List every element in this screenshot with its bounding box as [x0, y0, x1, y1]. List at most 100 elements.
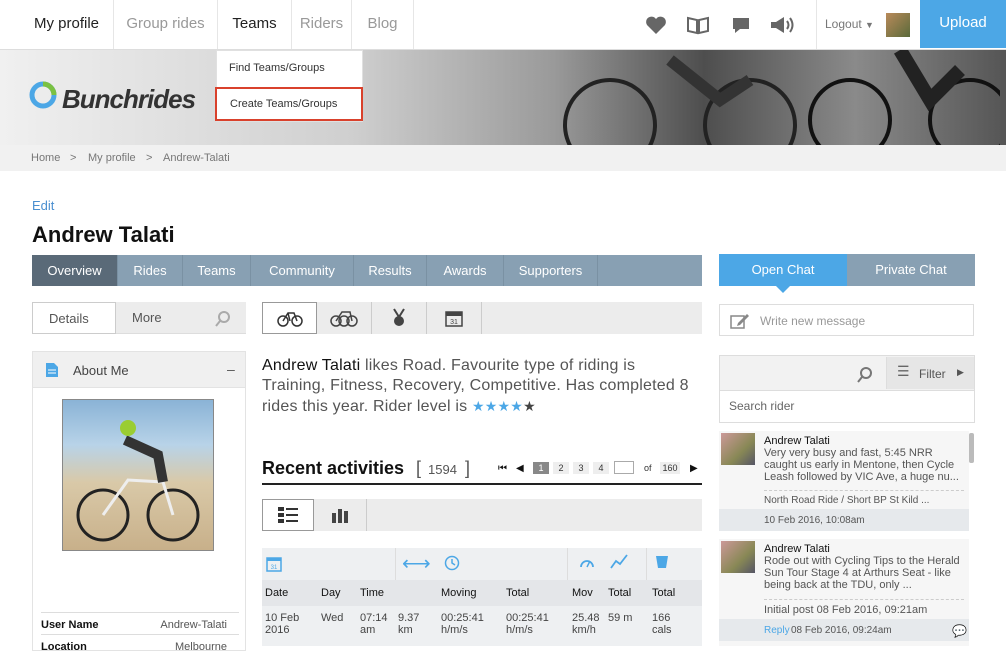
tab-results[interactable]: Results [354, 255, 427, 286]
col-moving[interactable]: Moving [441, 587, 476, 599]
breadcrumb-current: Andrew-Talati [163, 152, 230, 164]
caret-right-icon: ▶ [957, 367, 964, 377]
edit-link[interactable]: Edit [32, 198, 54, 213]
bike-icon [276, 312, 303, 327]
find-teams-item[interactable]: Find Teams/Groups [217, 51, 364, 85]
col-total-calories[interactable]: Total [652, 587, 675, 599]
chat-post[interactable]: Andrew Talati Very very busy and fast, 5… [719, 431, 969, 531]
heart-icon[interactable] [644, 13, 668, 37]
tab-awards[interactable]: Awards [427, 255, 504, 286]
group-ride-filter[interactable] [317, 302, 372, 334]
document-icon [46, 363, 58, 377]
tab-private-chat[interactable]: Private Chat [847, 254, 975, 286]
tab-details[interactable]: Details [32, 302, 116, 334]
bracket-open: [ [416, 458, 422, 478]
chat-post[interactable]: Andrew Talati Rode out with Cycling Tips… [719, 539, 969, 646]
avatar[interactable] [721, 433, 755, 465]
write-message-placeholder: Write new message [760, 314, 866, 328]
breadcrumb-home[interactable]: Home [31, 152, 60, 164]
profile-photo [62, 399, 214, 551]
cell-distance: 9.37 km [398, 612, 420, 636]
replies-icon[interactable]: 💬 [952, 624, 967, 638]
post-author[interactable]: Andrew Talati [764, 543, 830, 555]
page-title: Andrew Talati [32, 222, 175, 247]
about-me-header[interactable]: About Me – [33, 352, 245, 388]
col-date[interactable]: Date [265, 587, 288, 599]
medal-filter[interactable] [372, 302, 427, 334]
nav-my-profile[interactable]: My profile [20, 0, 114, 49]
post-route[interactable]: North Road Ride / Short BP St Kild ... [764, 495, 929, 506]
reply-link[interactable]: Reply [764, 625, 790, 636]
search-icon[interactable] [214, 310, 232, 328]
road-bike-filter[interactable] [262, 302, 317, 334]
distance-icon: ⟷ [402, 553, 431, 575]
search-rider-input[interactable]: Search rider [720, 390, 974, 422]
collapse-button[interactable]: – [227, 361, 235, 377]
tab-open-chat[interactable]: Open Chat [719, 254, 847, 286]
chat-icon[interactable] [729, 13, 753, 37]
bar-chart-icon [332, 509, 348, 523]
about-me-panel: About Me – User Name Andrew-Talati Locat… [32, 351, 246, 653]
username-label: User Name [41, 619, 99, 631]
pencil-icon [730, 314, 749, 329]
chart-view-button[interactable] [314, 499, 367, 531]
prev-page-icon[interactable]: ◀ [516, 463, 524, 474]
column-divider [646, 548, 647, 580]
list-view-button[interactable] [262, 499, 314, 531]
col-day[interactable]: Day [321, 587, 341, 599]
cell-elevation: 59 m [608, 612, 633, 624]
tab-overview[interactable]: Overview [32, 255, 118, 286]
teams-dropdown: Find Teams/Groups Create Teams/Groups [215, 50, 364, 122]
post-initial-date: Initial post 08 Feb 2016, 09:21am [764, 604, 928, 616]
filter-label: Filter [919, 367, 946, 381]
nav-group-rides[interactable]: Group rides [114, 0, 218, 49]
logout-label: Logout [825, 17, 862, 31]
cell-day: Wed [321, 612, 344, 624]
search-icon[interactable] [856, 366, 874, 384]
feed-scrollbar[interactable] [969, 433, 974, 463]
create-teams-item[interactable]: Create Teams/Groups [215, 87, 363, 121]
next-page-icon[interactable]: ▶ [690, 463, 698, 474]
col-time[interactable]: Time [360, 587, 384, 599]
avatar[interactable] [721, 541, 755, 573]
col-total-elevation[interactable]: Total [608, 587, 631, 599]
book-icon[interactable] [686, 13, 710, 37]
nav-blog[interactable]: Blog [352, 0, 414, 49]
breadcrumb-my-profile[interactable]: My profile [88, 152, 136, 164]
page-2[interactable]: 2 [553, 462, 569, 474]
elevation-icon [610, 554, 628, 569]
avatar[interactable] [886, 13, 910, 37]
col-total-time[interactable]: Total [506, 587, 529, 599]
tab-community[interactable]: Community [251, 255, 354, 286]
page-4[interactable]: 4 [593, 462, 609, 474]
chat-tabs: Open Chat Private Chat [719, 254, 975, 293]
nav-teams[interactable]: Teams [218, 0, 292, 49]
rider-search-panel: ☰ Filter ▶ Search rider [719, 355, 975, 423]
write-message-input[interactable]: Write new message [719, 304, 974, 336]
location-row: Location Melbourne [41, 634, 239, 653]
page-input[interactable] [614, 461, 634, 474]
calendar-filter[interactable]: 31 [427, 302, 482, 334]
post-text: Rode out with Cycling Tips to the Herald… [764, 555, 960, 591]
logo-text: Bunchrides [62, 84, 196, 114]
megaphone-icon[interactable] [768, 13, 798, 37]
nav-riders[interactable]: Riders [292, 0, 352, 49]
calendar-icon: 31 [445, 311, 463, 327]
tab-teams[interactable]: Teams [183, 255, 251, 286]
username-row: User Name Andrew-Talati [41, 612, 239, 631]
page-1[interactable]: 1 [533, 462, 549, 474]
first-page-icon[interactable]: ⏮ [498, 463, 507, 474]
filter-button[interactable]: ☰ Filter ▶ [886, 357, 974, 389]
breadcrumb-separator: > [146, 152, 153, 164]
active-tab-pointer [776, 286, 790, 293]
table-row[interactable]: 10 Feb 2016 Wed 07:14 am 9.37 km 00:25:4… [262, 606, 702, 646]
profile-tabs: Overview Rides Teams Community Results A… [32, 255, 702, 286]
upload-button[interactable]: Upload [920, 0, 1006, 48]
speedometer-icon [580, 560, 594, 568]
post-author[interactable]: Andrew Talati [764, 435, 830, 447]
tab-more[interactable]: More [116, 302, 200, 334]
col-moving-speed[interactable]: Mov [572, 587, 593, 599]
tab-rides[interactable]: Rides [118, 255, 183, 286]
tab-supporters[interactable]: Supporters [504, 255, 598, 286]
page-3[interactable]: 3 [573, 462, 589, 474]
